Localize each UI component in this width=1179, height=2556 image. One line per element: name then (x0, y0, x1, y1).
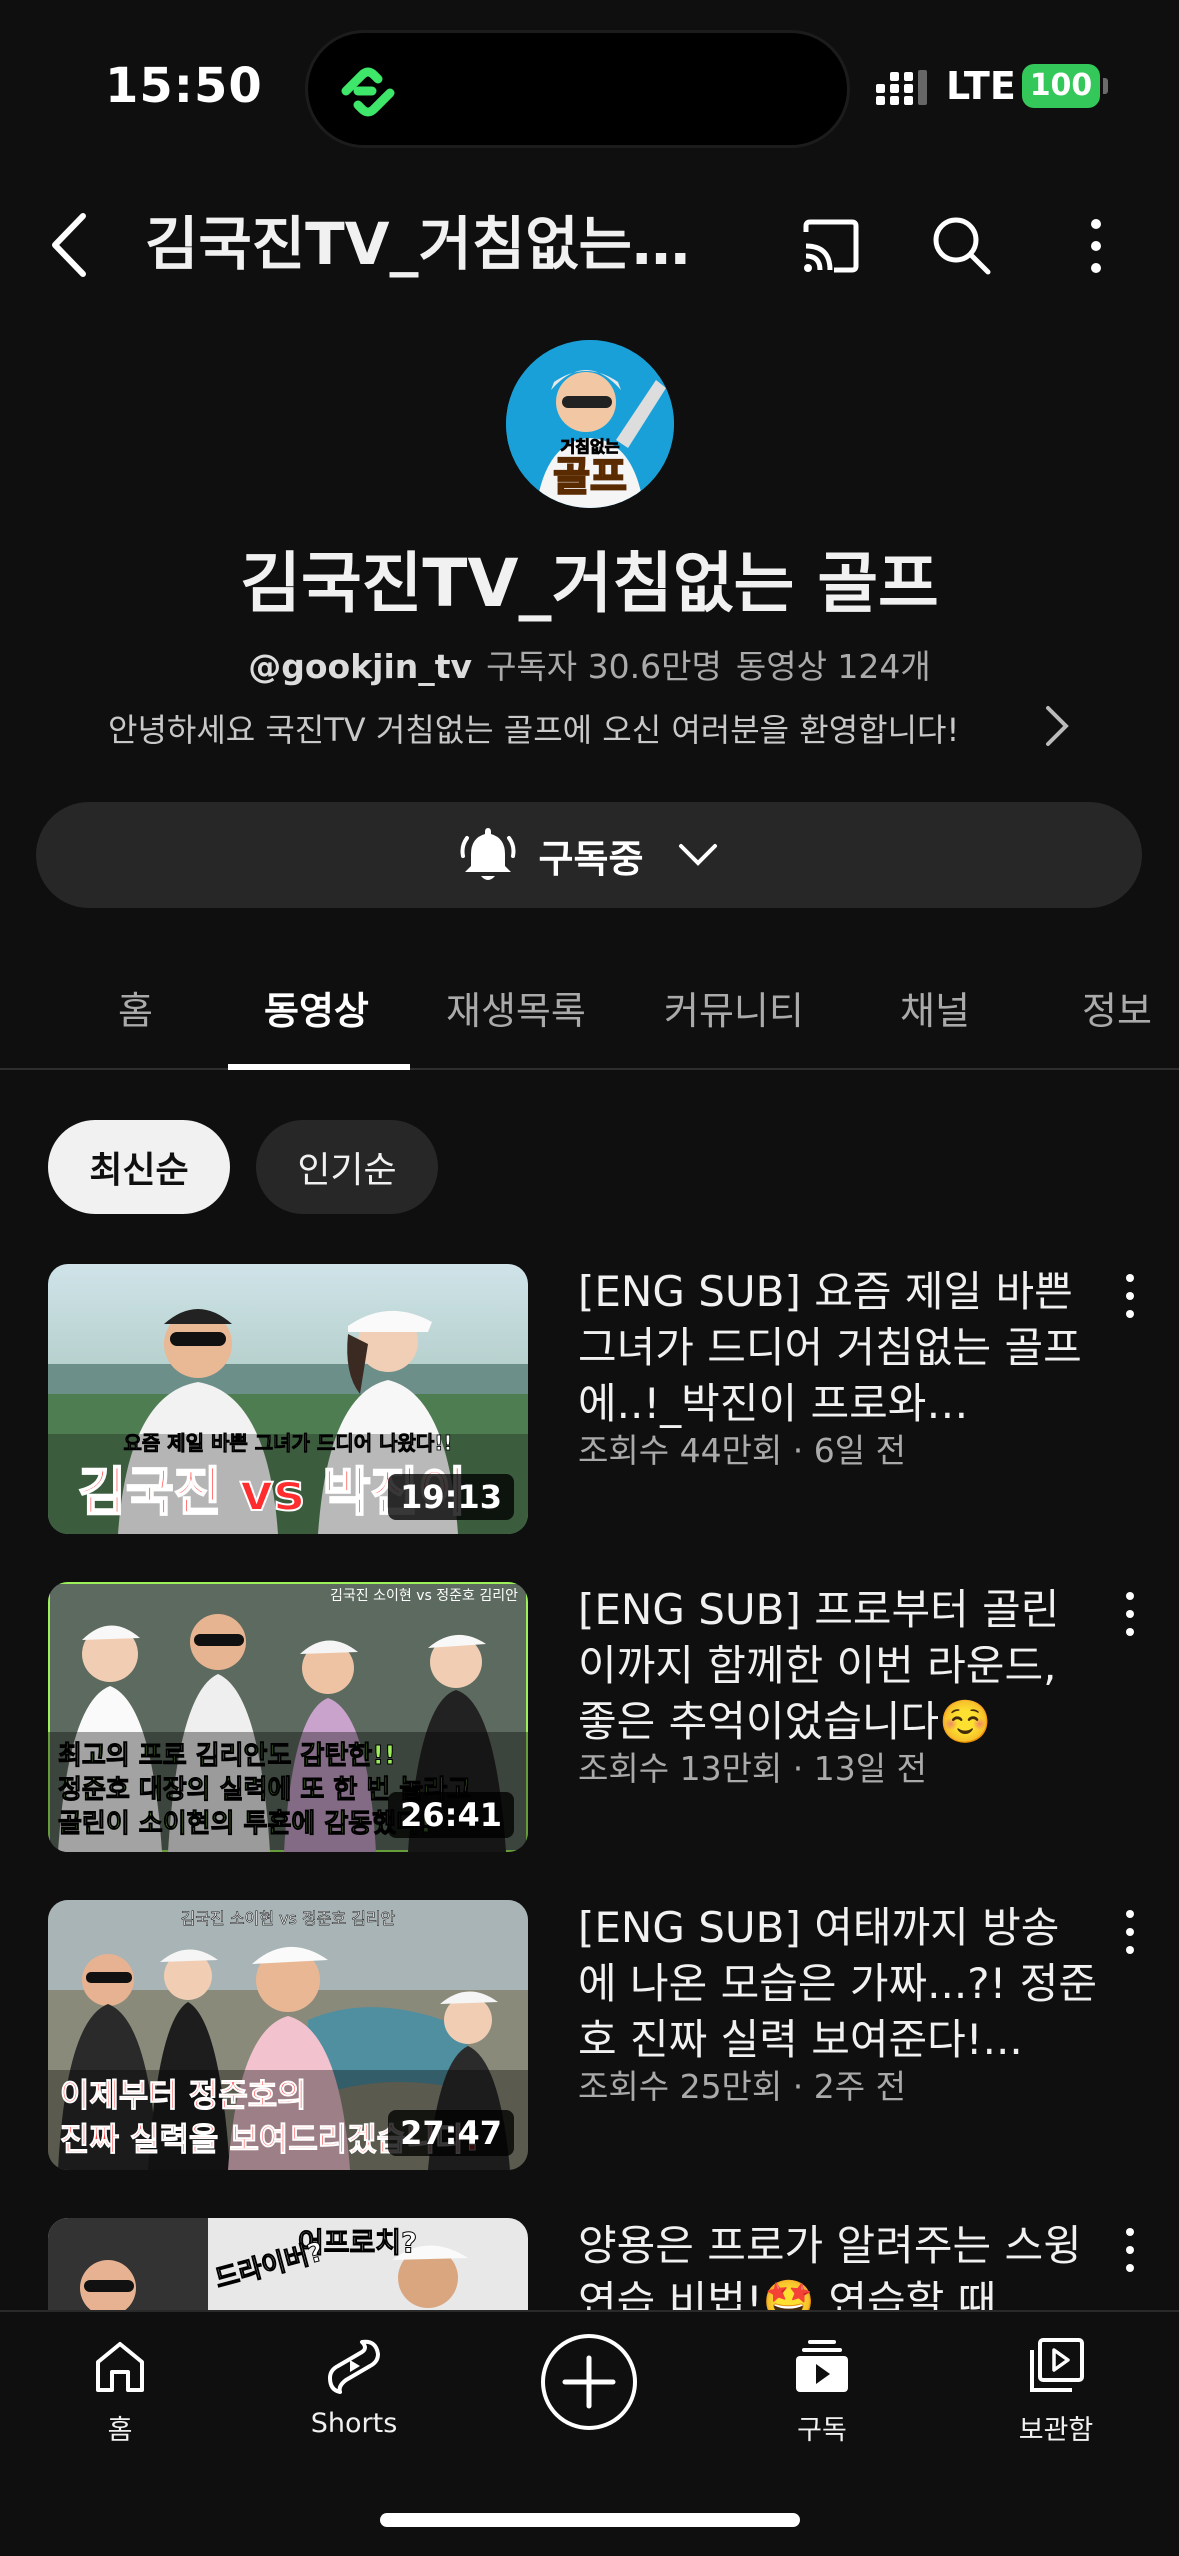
nav-shorts-label: Shorts (310, 2408, 398, 2439)
video-count: 동영상 124개 (735, 647, 931, 686)
video-item[interactable]: 김국진 소이현 vs 정준호 김리안 최고의 프로 김리안도 감탄한!! 정준호… (0, 1582, 1179, 1862)
active-tab-indicator (228, 1064, 410, 1070)
more-options-icon[interactable] (1060, 210, 1132, 282)
video-title[interactable]: [ENG SUB] 여태까지 방송에 나온 모습은 가짜...?! 정준호 진짜… (578, 1900, 1098, 2068)
status-time: 15:50 (105, 58, 263, 114)
thumb-caption-line1: 이제부터 정준호의 (60, 2076, 307, 2114)
channel-description[interactable]: 안녕하세요 국진TV 거침없는 골프에 오신 여러분을 환영합니다! (108, 705, 1008, 751)
nav-library-label: 보관함 (1018, 2415, 1094, 2446)
subscriptions-icon (796, 2340, 848, 2392)
channel-meta: @gookjin_tv 구독자 30.6만명 동영상 124개 (0, 640, 1179, 688)
channel-handle: @gookjin_tv (248, 647, 473, 686)
channel-header: 김국진TV_거침없는… (0, 190, 1179, 300)
header-title: 김국진TV_거침없는… (145, 210, 690, 278)
video-item[interactable]: 요즘 제일 바쁜 그녀가 드디어 나왔다!! 김국진 vs 박진이 19:13 … (0, 1264, 1179, 1544)
dynamic-island (305, 30, 850, 148)
more-vert-icon[interactable] (1115, 1270, 1145, 1322)
channel-avatar[interactable]: 거침없는 골프 (506, 340, 674, 508)
chevron-right-icon[interactable] (1042, 702, 1072, 750)
video-duration: 27:47 (388, 2110, 514, 2156)
video-title[interactable]: [ENG SUB] 요즘 제일 바쁜 그녀가 드디어 거침없는 골프에..!_박… (578, 1264, 1098, 1432)
battery-indicator: 100 (1022, 64, 1100, 108)
create-icon[interactable] (539, 2332, 639, 2432)
more-vert-icon[interactable] (1115, 1906, 1145, 1958)
thumb-caption-top: 요즘 제일 바쁜 그녀가 드디어 나왔다!! (123, 1431, 452, 1455)
video-meta: 조회수 25만회 · 2주 전 (578, 2067, 906, 2106)
library-icon (1030, 2338, 1084, 2392)
video-duration: 19:13 (388, 1474, 514, 1520)
tab-videos[interactable]: 동영상 (264, 980, 369, 1035)
bell-icon (460, 828, 516, 880)
cast-icon[interactable] (794, 210, 866, 282)
search-icon[interactable] (926, 210, 998, 282)
thumb-caption-line3: 골린이 소이현의 투혼에 감동했다! (58, 1809, 432, 1839)
video-meta: 조회수 13만회 · 13일 전 (578, 1749, 927, 1788)
subscribed-label: 구독중 (538, 836, 644, 881)
video-thumbnail[interactable]: 요즘 제일 바쁜 그녀가 드디어 나왔다!! 김국진 vs 박진이 19:13 (48, 1264, 528, 1534)
svg-text:골프: 골프 (553, 454, 627, 500)
tab-home[interactable]: 홈 (118, 980, 153, 1035)
home-icon (96, 2342, 144, 2392)
status-bar: 15:50 LTE 100 (0, 0, 1179, 170)
video-title[interactable]: [ENG SUB] 프로부터 골린이까지 함께한 이번 라운드, 좋은 추억이었… (578, 1582, 1098, 1750)
video-duration: 26:41 (388, 1792, 514, 1838)
chip-latest[interactable]: 최신순 (48, 1120, 230, 1214)
nav-home-label: 홈 (107, 2415, 133, 2446)
video-thumbnail[interactable]: 김국진 소이현 vs 정준호 김리안 이제부터 정준호의 진짜 실력을 보여드리… (48, 1900, 528, 2170)
signal-icon (876, 70, 927, 105)
video-meta: 조회수 44만회 · 6일 전 (578, 1431, 906, 1470)
subscribed-button[interactable]: 구독중 (36, 802, 1142, 908)
channel-name: 김국진TV_거침없는 골프 (240, 545, 939, 622)
more-vert-icon[interactable] (1115, 2224, 1145, 2276)
back-icon[interactable] (45, 210, 95, 280)
channel-tabs: 홈 동영상 재생목록 커뮤니티 채널 정보 (0, 950, 1179, 1070)
live-activity-icon (341, 67, 395, 117)
video-item[interactable]: 김국진 소이현 vs 정준호 김리안 이제부터 정준호의 진짜 실력을 보여드리… (0, 1900, 1179, 2180)
chip-popular[interactable]: 인기순 (256, 1120, 438, 1214)
thumb-caption-top: 김국진 소이현 vs 정준호 김리안 (330, 1588, 518, 1604)
subscriber-count: 구독자 30.6만명 (486, 647, 722, 686)
home-indicator[interactable] (380, 2513, 800, 2527)
tab-playlists[interactable]: 재생목록 (446, 980, 586, 1035)
shorts-icon (328, 2339, 380, 2394)
thumb-caption-line1: 최고의 프로 김리안도 감탄한!! (58, 1741, 396, 1771)
more-vert-icon[interactable] (1115, 1588, 1145, 1640)
battery-cap (1103, 78, 1108, 94)
chevron-down-icon (679, 844, 718, 866)
nav-subscriptions-label: 구독 (797, 2415, 847, 2446)
tab-community[interactable]: 커뮤니티 (664, 980, 804, 1035)
video-thumbnail[interactable]: 어프로치? 드라이버? (48, 2218, 528, 2310)
tab-about[interactable]: 정보 (1082, 980, 1152, 1035)
thumb-caption-top: 김국진 소이현 vs 정준호 김리안 (181, 1909, 396, 1928)
video-title[interactable]: 양용은 프로가 알려주는 스윙 연습 비법!🤩 연습할 때 (578, 2218, 1098, 2310)
video-item[interactable]: 어프로치? 드라이버? 양용은 프로가 알려주는 스윙 연습 비법!🤩 연습할 … (0, 2218, 1179, 2310)
video-thumbnail[interactable]: 김국진 소이현 vs 정준호 김리안 최고의 프로 김리안도 감탄한!! 정준호… (48, 1582, 528, 1852)
network-type: LTE (946, 64, 1016, 108)
tab-channels[interactable]: 채널 (900, 980, 970, 1035)
